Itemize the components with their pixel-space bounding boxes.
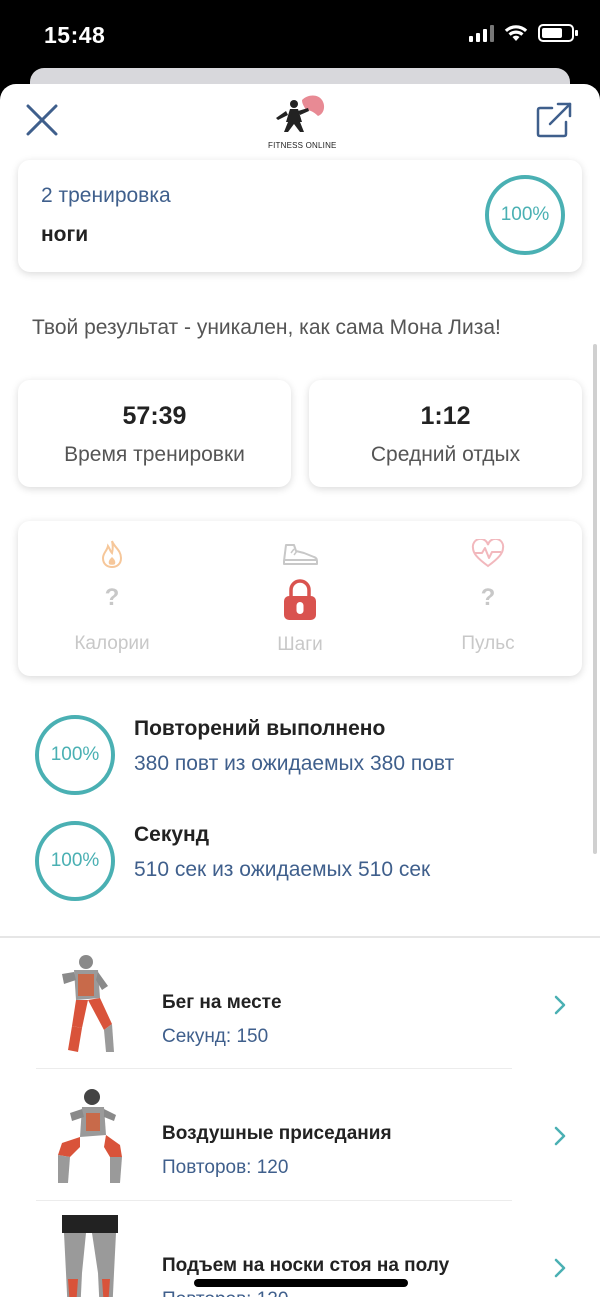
exercise-illustration — [58, 1089, 122, 1183]
logo-text: FITNESS ONLINE — [268, 141, 337, 150]
heart-pulse-icon — [471, 539, 505, 568]
exercise-meta: Повторов: 120 — [162, 1289, 288, 1297]
list-separator — [36, 1200, 512, 1201]
fitness-logo-icon — [276, 95, 325, 132]
workout-summary-sheet: FITNESS ONLINE 2 тренировка ноги 100% Тв… — [0, 84, 600, 1297]
wifi-icon — [504, 25, 528, 41]
chevron-right-icon[interactable] — [553, 1125, 567, 1147]
battery-icon — [538, 24, 578, 42]
lock-icon — [284, 579, 316, 620]
reps-progress-title: Повторений выполнено — [134, 717, 386, 740]
workout-time-label: Время тренировки — [64, 443, 245, 466]
status-icons — [469, 24, 578, 42]
calories-label: Калории — [74, 633, 150, 654]
list-separator — [36, 1068, 512, 1069]
reps-progress-row: 100% Повторений выполнено 380 повт из ож… — [35, 715, 575, 795]
reps-progress-subtitle: 380 повт из ожидаемых 380 повт — [134, 752, 455, 775]
workout-number: 2 тренировка — [41, 184, 171, 207]
average-rest-label: Средний отдых — [370, 443, 521, 466]
flame-icon — [101, 540, 123, 569]
workout-time-value: 57:39 — [122, 402, 187, 430]
metric-pulse: ? Пульс — [394, 521, 582, 676]
seconds-progress-title: Секунд — [134, 823, 210, 846]
exercise-meta: Секунд: 150 — [162, 1026, 269, 1047]
health-metrics-card: ? Калории Шаги ? Пульс — [18, 521, 582, 676]
pulse-value: ? — [480, 584, 496, 611]
exercise-illustration — [62, 955, 114, 1052]
chevron-right-icon[interactable] — [553, 994, 567, 1016]
calories-value: ? — [104, 584, 120, 611]
workout-time-card: 57:39 Время тренировки — [18, 380, 291, 487]
home-indicator[interactable] — [194, 1279, 408, 1287]
steps-label: Шаги — [277, 634, 323, 655]
exercise-name: Воздушные приседания — [162, 1123, 392, 1144]
seconds-progress-row: 100% Секунд 510 сек из ожидаемых 510 сек — [35, 821, 575, 901]
pulse-label: Пульс — [461, 633, 515, 654]
average-rest-value: 1:12 — [420, 402, 471, 430]
sneaker-icon — [283, 544, 318, 565]
exercise-illustration — [62, 1215, 118, 1297]
metric-calories: ? Калории — [18, 521, 206, 676]
exercise-name: Бег на месте — [162, 992, 282, 1013]
exercise-name: Подъем на носки стоя на полу — [162, 1255, 450, 1276]
result-motto: Твой результат - уникален, как сама Мона… — [32, 316, 501, 339]
seconds-progress-subtitle: 510 сек из ожидаемых 510 сек — [134, 858, 431, 881]
workout-progress-ring: 100% — [485, 175, 565, 255]
exercise-item[interactable]: Бег на месте Секунд: 150 — [0, 952, 600, 1082]
status-time: 15:48 — [44, 22, 106, 48]
exercise-meta: Повторов: 120 — [162, 1157, 289, 1178]
workout-name: ноги — [41, 223, 89, 246]
workout-card: 2 тренировка ноги 100% — [18, 160, 582, 272]
metric-steps[interactable]: Шаги — [206, 521, 394, 676]
reps-progress-ring: 100% — [35, 715, 115, 795]
top-bar: FITNESS ONLINE — [0, 84, 600, 160]
section-divider — [0, 936, 600, 938]
share-icon[interactable] — [534, 100, 574, 140]
seconds-progress-ring: 100% — [35, 821, 115, 901]
close-icon[interactable] — [24, 102, 60, 138]
status-bar: 15:48 — [0, 0, 600, 70]
average-rest-card: 1:12 Средний отдых — [309, 380, 582, 487]
exercise-item[interactable]: Воздушные приседания Повторов: 120 — [0, 1083, 600, 1213]
chevron-right-icon[interactable] — [553, 1257, 567, 1279]
app-logo: FITNESS ONLINE — [268, 94, 337, 154]
scrollbar[interactable] — [593, 344, 597, 854]
cellular-signal-icon — [469, 24, 494, 42]
